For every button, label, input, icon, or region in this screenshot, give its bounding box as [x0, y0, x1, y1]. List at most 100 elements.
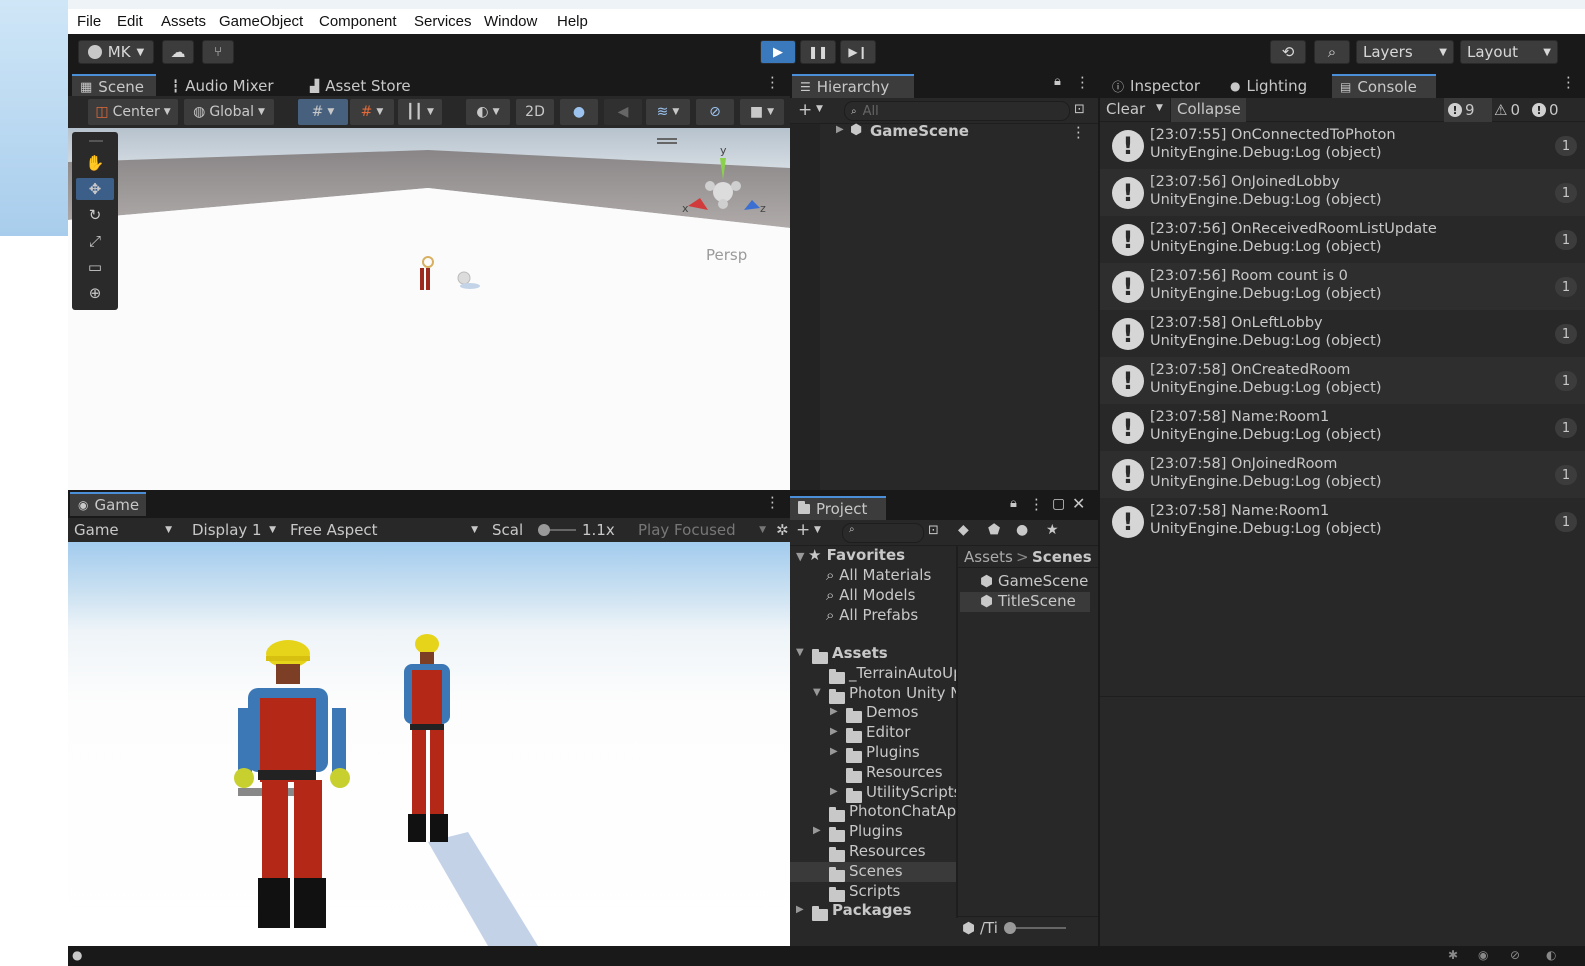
- favorite-all-models[interactable]: ⌕ All Models: [826, 586, 915, 604]
- expand-arrow-icon[interactable]: ▶: [830, 706, 838, 717]
- layers-dropdown[interactable]: Layers ▼: [1356, 40, 1454, 64]
- increment-snap-button[interactable]: # ▼: [350, 99, 394, 125]
- split-divider[interactable]: [956, 546, 958, 918]
- menu-edit[interactable]: Edit: [117, 13, 143, 30]
- tab-inspector[interactable]: ⓘ Inspector: [1104, 74, 1208, 98]
- pivot-dropdown[interactable]: ◫ Center ▼: [88, 99, 178, 125]
- transform-tool-icon[interactable]: ⊕: [76, 282, 114, 304]
- maximize-icon[interactable]: ▢: [1052, 496, 1065, 512]
- tab-lighting[interactable]: ● Lighting: [1222, 74, 1315, 98]
- play-button[interactable]: ▶: [760, 40, 796, 64]
- network-icon[interactable]: ⊘: [1510, 948, 1520, 962]
- tree-row[interactable]: ▶ Plugins: [790, 822, 956, 843]
- chevron-down-icon[interactable]: ▼: [814, 525, 821, 535]
- game-viewport[interactable]: [68, 542, 790, 946]
- info-filter-toggle[interactable]: ! 9: [1444, 98, 1492, 122]
- console-log-entry[interactable]: ! [23:07:58] OnCreatedRoom UnityEngine.Deb…: [1100, 357, 1585, 404]
- kebab-menu-icon[interactable]: · · ·: [770, 491, 775, 516]
- chevron-down-icon[interactable]: ▼: [1156, 103, 1163, 113]
- warning-filter-icon[interactable]: ●: [1016, 522, 1028, 538]
- hierarchy-row-scene[interactable]: ▶ ⬢ GameScene · · ·: [820, 121, 1098, 146]
- collab-status-icon[interactable]: ◐: [1546, 948, 1556, 962]
- tree-row[interactable]: ▶ Demos: [790, 703, 956, 724]
- toggle-2d-button[interactable]: 2D: [516, 99, 554, 125]
- history-button[interactable]: ⟲: [1270, 40, 1306, 64]
- ruler-button[interactable]: ┃┃ ▼: [398, 99, 442, 125]
- collab-button[interactable]: ⑂: [202, 40, 234, 64]
- menu-services[interactable]: Services: [414, 13, 472, 30]
- kebab-menu-icon[interactable]: · · ·: [1080, 71, 1085, 96]
- tab-scene[interactable]: ▦ Scene: [72, 74, 156, 98]
- display-dropdown[interactable]: Display 1 ▼: [186, 518, 282, 542]
- kebab-menu-icon[interactable]: · · ·: [1566, 71, 1571, 96]
- tree-row[interactable]: PhotonChatApi: [790, 802, 956, 823]
- expand-arrow-icon[interactable]: ▼: [796, 647, 804, 658]
- detail-divider[interactable]: [1100, 696, 1585, 697]
- kebab-menu-icon[interactable]: · · ·: [770, 71, 775, 96]
- star-icon[interactable]: ★: [1046, 522, 1059, 538]
- tab-hierarchy[interactable]: ☰ Hierarchy: [792, 74, 914, 98]
- console-log-entry[interactable]: ! [23:07:58] Name:Room1 UnityEngine.Debug:…: [1100, 498, 1585, 545]
- menu-gameobject[interactable]: GameObject: [219, 13, 303, 30]
- favorite-all-prefabs[interactable]: ⌕ All Prefabs: [826, 606, 918, 624]
- kebab-menu-icon[interactable]: · · ·: [1034, 493, 1039, 518]
- search-button[interactable]: ⌕: [1314, 40, 1350, 64]
- project-search-input[interactable]: ⌕: [842, 523, 924, 543]
- tree-row[interactable]: ▶ Editor: [790, 723, 956, 744]
- tree-row-selected[interactable]: Scenes: [790, 861, 956, 882]
- scene-visibility-icon[interactable]: ⊡: [1074, 102, 1085, 117]
- grid-snap-button[interactable]: # ▼: [298, 99, 348, 125]
- add-button[interactable]: +: [796, 520, 810, 540]
- tab-project[interactable]: Project: [790, 496, 886, 520]
- file-item-selected[interactable]: ⬢ TitleScene: [960, 592, 1090, 612]
- lighting-toggle[interactable]: ●: [560, 99, 598, 125]
- favorites-header[interactable]: ▼ ★ Favorites: [796, 546, 956, 566]
- console-log-entry[interactable]: ! [23:07:56] OnReceivedRoomListUpdate Unit…: [1100, 216, 1585, 263]
- expand-arrow-icon[interactable]: ▶: [830, 726, 838, 737]
- tree-row[interactable]: ▼ Assets: [790, 644, 956, 664]
- draw-mode-button[interactable]: ◐ ▼: [466, 99, 510, 125]
- chevron-down-icon[interactable]: ▼: [816, 104, 823, 114]
- kebab-menu-icon[interactable]: · · ·: [1076, 121, 1081, 146]
- console-log-entry[interactable]: ! [23:07:55] OnConnectedToPhoton UnityEngi…: [1100, 122, 1585, 169]
- console-log-entry[interactable]: ! [23:07:56] OnJoinedLobby UnityEngine.Deb…: [1100, 169, 1585, 216]
- audio-toggle[interactable]: ◀: [604, 99, 642, 125]
- tab-game[interactable]: ◉ Game: [70, 492, 146, 516]
- scene-viewport[interactable]: x z y Persp: [68, 128, 790, 490]
- console-log-entry[interactable]: ! [23:07:58] OnLeftLobby UnityEngine.Debug…: [1100, 310, 1585, 357]
- breadcrumb-root[interactable]: Assets: [964, 548, 1013, 566]
- slider-thumb[interactable]: [538, 524, 550, 536]
- tab-audio-mixer[interactable]: ┇ Audio Mixer: [164, 74, 282, 98]
- breadcrumb-current[interactable]: Scenes: [1032, 548, 1092, 566]
- warning-filter-toggle[interactable]: ⚠ 0: [1494, 98, 1530, 122]
- scale-tool-icon[interactable]: ⤢: [76, 230, 114, 252]
- debug-icon[interactable]: ✱: [1448, 948, 1458, 962]
- rotate-tool-icon[interactable]: ↻: [76, 204, 114, 226]
- tree-row[interactable]: ▶ Packages: [790, 901, 956, 922]
- type-filter-icon[interactable]: ◆: [958, 522, 969, 538]
- tree-row[interactable]: ▶ UtilityScripts: [790, 783, 956, 803]
- expand-arrow-icon[interactable]: ▼: [813, 687, 821, 698]
- scale-slider[interactable]: [538, 524, 578, 536]
- console-log-entry[interactable]: ! [23:07:58] OnJoinedRoom UnityEngine.Debu…: [1100, 451, 1585, 498]
- expand-arrow-icon[interactable]: ▶: [830, 786, 838, 797]
- tree-row[interactable]: Resources: [790, 763, 956, 783]
- slider-thumb[interactable]: [1004, 922, 1016, 934]
- game-mode-dropdown[interactable]: Game ▼: [68, 518, 178, 542]
- menu-window[interactable]: Window: [484, 13, 537, 30]
- tree-row[interactable]: Resources: [790, 842, 956, 862]
- error-filter-toggle[interactable]: ! 0: [1532, 98, 1578, 122]
- tab-asset-store[interactable]: ▟ Asset Store: [302, 74, 419, 98]
- expand-arrow-icon[interactable]: ▶: [830, 746, 838, 757]
- console-log-entry[interactable]: ! [23:07:56] Room count is 0 UnityEngine.D…: [1100, 263, 1585, 310]
- expand-arrow-icon[interactable]: ▶: [796, 904, 804, 915]
- menu-file[interactable]: File: [77, 13, 101, 30]
- tree-row[interactable]: ▶ Plugins: [790, 743, 956, 763]
- favorite-all-materials[interactable]: ⌕ All Materials: [826, 566, 931, 584]
- filter-icon[interactable]: ⊡: [928, 523, 939, 538]
- file-item[interactable]: ⬢ GameScene: [960, 572, 1090, 592]
- menu-assets[interactable]: Assets: [161, 13, 206, 30]
- camera-dropdown[interactable]: ■ ▼: [740, 99, 784, 125]
- perspective-label[interactable]: Persp: [706, 246, 747, 264]
- effects-dropdown[interactable]: ≋ ▼: [646, 99, 690, 125]
